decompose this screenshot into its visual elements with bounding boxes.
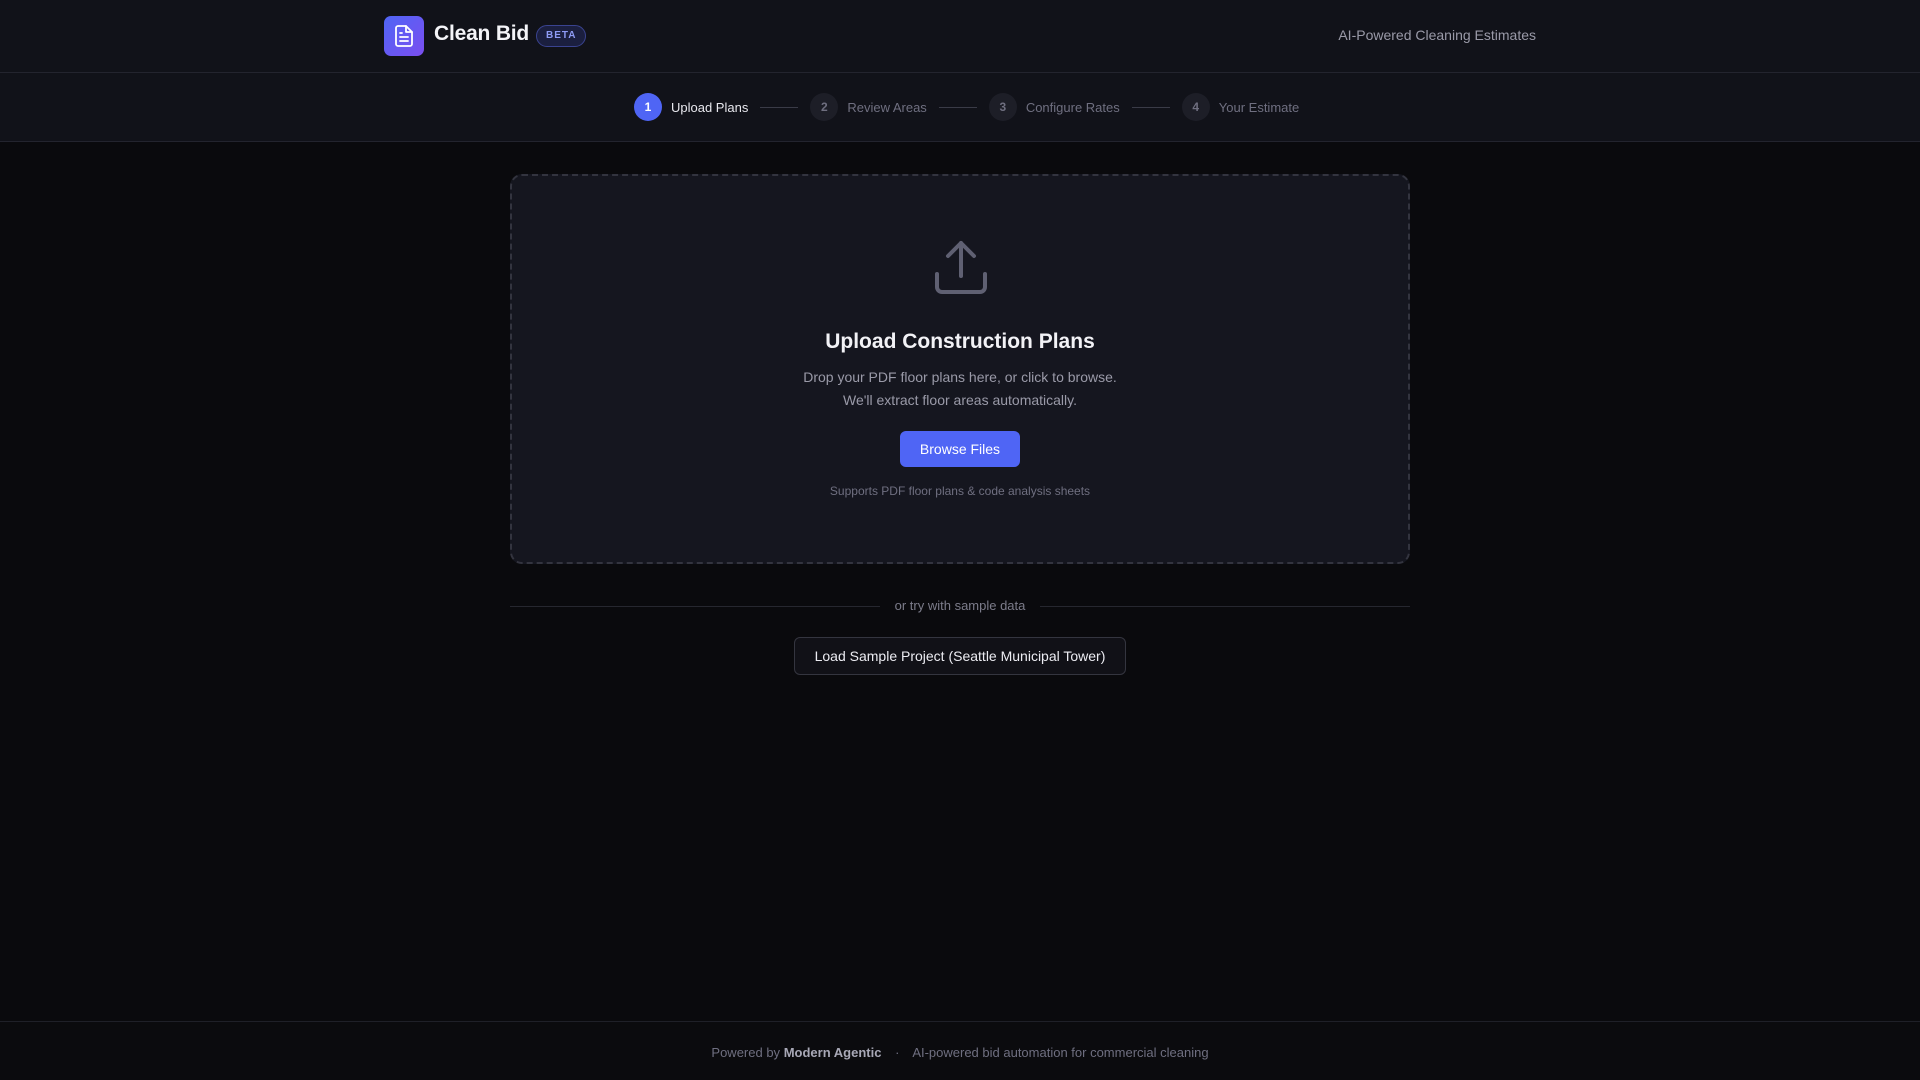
divider-line [1040, 606, 1410, 607]
footer-description: AI-powered bid automation for commercial… [912, 1045, 1209, 1060]
sample-divider: or try with sample data [510, 596, 1410, 616]
step-connector [760, 106, 799, 108]
app-title[interactable]: Clean Bid [434, 22, 529, 46]
browse-files-button[interactable]: Browse Files [900, 431, 1020, 467]
step-label: Review Areas [847, 99, 927, 115]
step-label: Your Estimate [1218, 99, 1300, 115]
upload-icon [933, 238, 989, 301]
footer-prefix: Powered by [711, 1045, 781, 1060]
step-your-estimate[interactable]: 4 Your Estimate [1181, 93, 1300, 121]
step-configure-rates[interactable]: 3 Configure Rates [988, 93, 1120, 121]
step-connector [938, 106, 977, 108]
upload-dropzone[interactable]: Upload Construction Plans Drop your PDF … [510, 174, 1410, 564]
step-number: 1 [634, 93, 662, 121]
dropzone-description-line: We'll extract floor areas automatically. [842, 392, 1078, 408]
step-label: Configure Rates [1025, 99, 1120, 115]
header-tagline: AI-Powered Cleaning Estimates [1338, 27, 1536, 43]
step-upload-plans[interactable]: 1 Upload Plans [634, 93, 748, 121]
step-number: 2 [810, 93, 839, 121]
footer-text: Powered by Modern Agentic · AI-powered b… [0, 1045, 1920, 1060]
footer-brand-link[interactable]: Modern Agentic [784, 1045, 882, 1060]
step-number: 4 [1181, 93, 1210, 121]
step-review-areas[interactable]: 2 Review Areas [810, 93, 927, 121]
dropzone-title: Upload Construction Plans [825, 330, 1095, 353]
app-header: Clean Bid BETA AI-Powered Cleaning Estim… [0, 0, 1920, 73]
step-label: Upload Plans [671, 99, 749, 115]
step-number: 3 [988, 93, 1017, 121]
dropzone-description-line: Drop your PDF floor plans here, or click… [803, 369, 1117, 385]
load-sample-project-button[interactable]: Load Sample Project (Seattle Municipal T… [794, 637, 1126, 675]
progress-stepper: 1 Upload Plans 2 Review Areas 3 Configur… [0, 73, 1920, 142]
beta-badge: BETA [536, 25, 587, 47]
supported-formats-note: Supports PDF floor plans & code analysis… [829, 484, 1091, 498]
dropzone-description: Drop your PDF floor plans here, or click… [512, 366, 1408, 412]
footer-separator: · [895, 1045, 900, 1060]
app-footer: Powered by Modern Agentic · AI-powered b… [0, 1021, 1920, 1080]
steps-row: 1 Upload Plans 2 Review Areas 3 Configur… [634, 93, 1299, 121]
step-connector [1131, 106, 1170, 108]
document-icon[interactable] [384, 16, 424, 56]
